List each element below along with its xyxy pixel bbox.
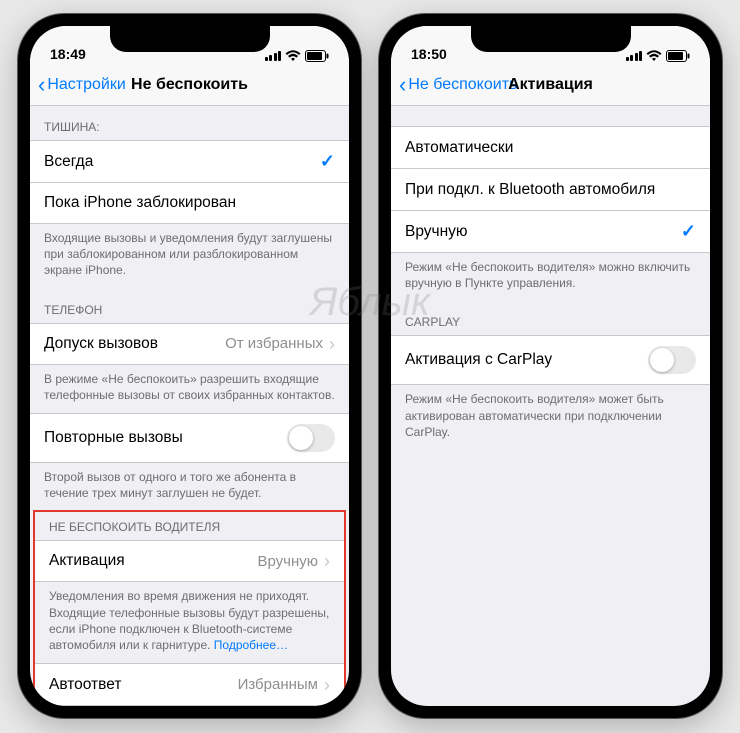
group-header-driving: НЕ БЕСПОКОИТЬ ВОДИТЕЛЯ (35, 512, 344, 540)
status-time: 18:50 (411, 46, 447, 62)
cellular-icon (265, 51, 282, 61)
cell-label: Вручную (405, 223, 468, 241)
group-footer-allow-calls: В режиме «Не беспокоить» разрешить входя… (30, 365, 349, 413)
cell-repeated-calls[interactable]: Повторные вызовы (30, 413, 349, 463)
status-right (265, 50, 330, 62)
notch (471, 26, 631, 52)
cell-label: Пока iPhone заблокирован (44, 194, 236, 212)
group-header-carplay: CARPLAY (391, 301, 710, 335)
cell-label: Всегда (44, 153, 93, 171)
battery-icon (305, 50, 329, 62)
cell-activate[interactable]: Активация Вручную › (35, 540, 344, 582)
wifi-icon (646, 50, 662, 62)
cell-label: Автоответ (49, 676, 121, 694)
cell-allow-calls[interactable]: Допуск вызовов От избранных › (30, 323, 349, 365)
cell-label: Активация с CarPlay (405, 351, 552, 369)
screen-right: 18:50 ‹ Не беспокоить Активация (391, 26, 710, 706)
battery-icon (666, 50, 690, 62)
cell-silence-locked[interactable]: Пока iPhone заблокирован (30, 182, 349, 224)
cell-carplay-activate[interactable]: Активация с CarPlay (391, 335, 710, 385)
cell-silence-always[interactable]: Всегда ✓ (30, 140, 349, 182)
cell-label: Повторные вызовы (44, 429, 183, 447)
back-button[interactable]: ‹ Настройки (38, 74, 126, 96)
content[interactable]: ТИШИНА: Всегда ✓ Пока iPhone заблокирова… (30, 106, 349, 706)
group-header-silence: ТИШИНА: (30, 106, 349, 140)
learn-more-link[interactable]: Подробнее… (214, 638, 288, 652)
phone-frame-left: 18:49 ‹ Настройки Не беспокоить (18, 14, 361, 718)
cell-option-manual[interactable]: Вручную ✓ (391, 210, 710, 253)
notch (110, 26, 270, 52)
cell-auto-reply[interactable]: Автоответ Я веду автомобиль с включенн… … (35, 705, 344, 706)
cell-auto-reply-to[interactable]: Автоответ Избранным › (35, 663, 344, 705)
nav-bar: ‹ Настройки Не беспокоить (30, 64, 349, 106)
checkmark-icon: ✓ (681, 221, 696, 242)
content[interactable]: Автоматически При подкл. к Bluetooth авт… (391, 106, 710, 706)
toggle-carplay[interactable] (648, 346, 696, 374)
cell-value: От избранных (225, 335, 323, 352)
highlight-box: НЕ БЕСПОКОИТЬ ВОДИТЕЛЯ Активация Вручную… (33, 510, 346, 706)
cell-label: Активация (49, 552, 125, 570)
group-footer-activate: Уведомления во время движения не приходя… (35, 582, 344, 663)
cell-option-bluetooth[interactable]: При подкл. к Bluetooth автомобиля (391, 168, 710, 210)
group-footer-options: Режим «Не беспокоить водителя» можно вкл… (391, 253, 710, 301)
cellular-icon (626, 51, 643, 61)
checkmark-icon: ✓ (320, 151, 335, 172)
phone-frame-right: 18:50 ‹ Не беспокоить Активация (379, 14, 722, 718)
status-time: 18:49 (50, 46, 86, 62)
cell-label: Допуск вызовов (44, 335, 158, 353)
screen-left: 18:49 ‹ Настройки Не беспокоить (30, 26, 349, 706)
chevron-right-icon: › (329, 335, 335, 353)
back-label: Настройки (47, 76, 125, 94)
wifi-icon (285, 50, 301, 62)
cell-value: Избранным (238, 676, 318, 693)
group-footer-silence: Входящие вызовы и уведомления будут загл… (30, 224, 349, 289)
back-label: Не беспокоить (408, 76, 517, 94)
chevron-right-icon: › (324, 552, 330, 570)
cell-value: Вручную (257, 553, 318, 570)
status-right (626, 50, 691, 62)
group-footer-repeated: Второй вызов от одного и того же абонент… (30, 463, 349, 511)
cell-label: При подкл. к Bluetooth автомобиля (405, 181, 655, 199)
chevron-right-icon: › (324, 676, 330, 694)
nav-bar: ‹ Не беспокоить Активация (391, 64, 710, 106)
chevron-left-icon: ‹ (38, 74, 45, 96)
stage: 18:49 ‹ Настройки Не беспокоить (0, 0, 740, 732)
cell-label: Автоматически (405, 139, 513, 157)
group-footer-carplay: Режим «Не беспокоить водителя» может быт… (391, 385, 710, 450)
chevron-left-icon: ‹ (399, 74, 406, 96)
back-button[interactable]: ‹ Не беспокоить (399, 74, 517, 96)
group-header-phone: ТЕЛЕФОН (30, 289, 349, 323)
toggle-repeated-calls[interactable] (287, 424, 335, 452)
cell-option-auto[interactable]: Автоматически (391, 126, 710, 168)
